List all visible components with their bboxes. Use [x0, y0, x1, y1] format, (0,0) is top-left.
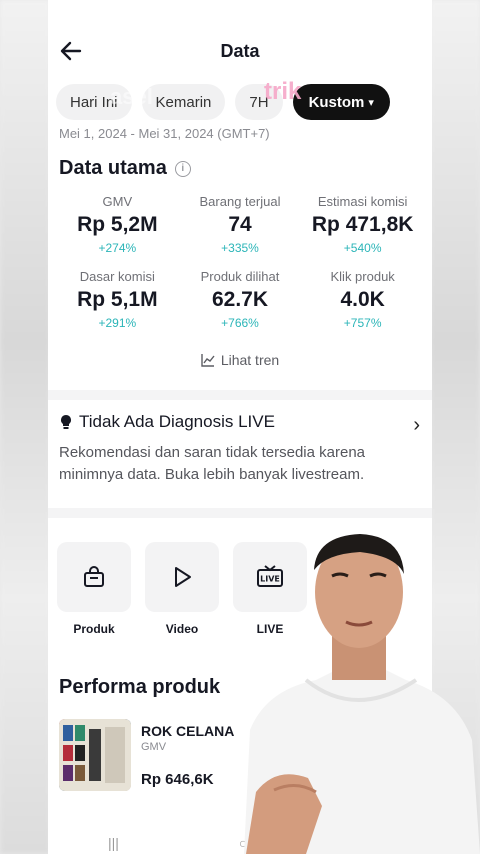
metric-label: Klik produk [330, 269, 395, 284]
section-title-main-data: Data utama i [48, 157, 432, 180]
shortcut-video[interactable]: Video [145, 542, 219, 636]
metric-commission-base[interactable]: Dasar komisi Rp 5,1M +291% [56, 269, 179, 330]
metric-label: Barang terjual [199, 194, 281, 209]
metric-value: 62.7K [211, 288, 269, 311]
shortcut-label: Video [165, 622, 199, 636]
shortcut-tile [145, 542, 219, 612]
product-value: Rp 646,6K [141, 771, 214, 788]
recents-icon[interactable]: ||| [108, 835, 119, 851]
shortcut-label: Produk [73, 622, 115, 636]
status-bar [48, 0, 432, 12]
date-range: Mei 1, 2024 - Mei 31, 2024 (GMT+7) [59, 126, 270, 141]
diagnosis-body: Rekomendasi dan saran tidak tersedia kar… [59, 444, 366, 483]
metric-product-clicks[interactable]: Klik produk 4.0K +757% [301, 269, 424, 330]
diagnosis-title-row: Tidak Ada Diagnosis LIVE [59, 412, 421, 432]
info-icon[interactable]: i [174, 160, 191, 177]
chip-label: Kustom [308, 93, 365, 111]
chevron-right-icon[interactable]: › [413, 414, 420, 437]
background-left [0, 0, 50, 854]
metric-change: +540% [343, 241, 382, 255]
chip-custom[interactable]: Kustom ▾ [292, 84, 390, 120]
chip-label: Kemarin [155, 93, 212, 111]
trend-chart-icon [201, 354, 215, 367]
overlay-caption-faded: asel [110, 84, 153, 109]
metric-items-sold[interactable]: Barang terjual 74 +335% [179, 194, 302, 255]
main-data-title: Data utama [59, 157, 167, 179]
metric-value: 4.0K [340, 288, 385, 311]
presenter-overlay [244, 534, 480, 854]
diagnosis-title: Tidak Ada Diagnosis LIVE [79, 412, 275, 431]
product-name: ROK CELANA [141, 723, 235, 739]
chip-yesterday[interactable]: Kemarin [141, 84, 226, 120]
page-title: Data [220, 40, 260, 61]
shopping-bag-icon [84, 566, 104, 587]
metric-label: Produk dilihat [200, 269, 280, 284]
lightbulb-icon [61, 415, 71, 429]
play-icon [175, 567, 191, 587]
metric-value: Rp 5,1M [77, 288, 158, 311]
metric-est-commission[interactable]: Estimasi komisi Rp 471,8K +540% [301, 194, 424, 255]
metric-change: +335% [221, 241, 259, 255]
product-metric-label: GMV [141, 741, 167, 753]
header: Data [48, 12, 432, 66]
divider [48, 390, 432, 400]
metric-value: Rp 5,2M [77, 213, 158, 236]
shortcut-tile [57, 542, 131, 612]
overlay-caption: trik [264, 78, 302, 105]
metric-gmv[interactable]: GMV Rp 5,2M +274% [56, 194, 179, 255]
divider [48, 508, 432, 518]
view-trend-link[interactable]: Lihat tren [48, 352, 432, 368]
metric-change: +274% [98, 241, 137, 255]
product-thumbnail [59, 719, 131, 791]
metric-change: +766% [221, 316, 259, 330]
product-image [59, 719, 131, 791]
metric-label: GMV [102, 194, 133, 209]
metrics-grid: GMV Rp 5,2M +274% Barang terjual 74 +335… [48, 194, 432, 330]
metric-label: Estimasi komisi [317, 194, 408, 209]
metric-value: Rp 471,8K [311, 213, 414, 236]
metric-label: Dasar komisi [79, 269, 155, 284]
shortcut-products[interactable]: Produk [57, 542, 131, 636]
metric-change: +757% [343, 316, 382, 330]
metric-product-views[interactable]: Produk dilihat 62.7K +766% [179, 269, 302, 330]
metric-value: 74 [228, 213, 252, 236]
chevron-down-icon: ▾ [368, 96, 374, 109]
metric-change: +291% [98, 316, 137, 330]
product-info: ROK CELANA GMV Rp 646,6K [141, 719, 234, 791]
back-arrow-icon[interactable] [58, 38, 84, 64]
live-diagnosis-card[interactable]: Tidak Ada Diagnosis LIVE › Rekomendasi d… [48, 400, 432, 498]
trend-link-label: Lihat tren [220, 352, 280, 368]
